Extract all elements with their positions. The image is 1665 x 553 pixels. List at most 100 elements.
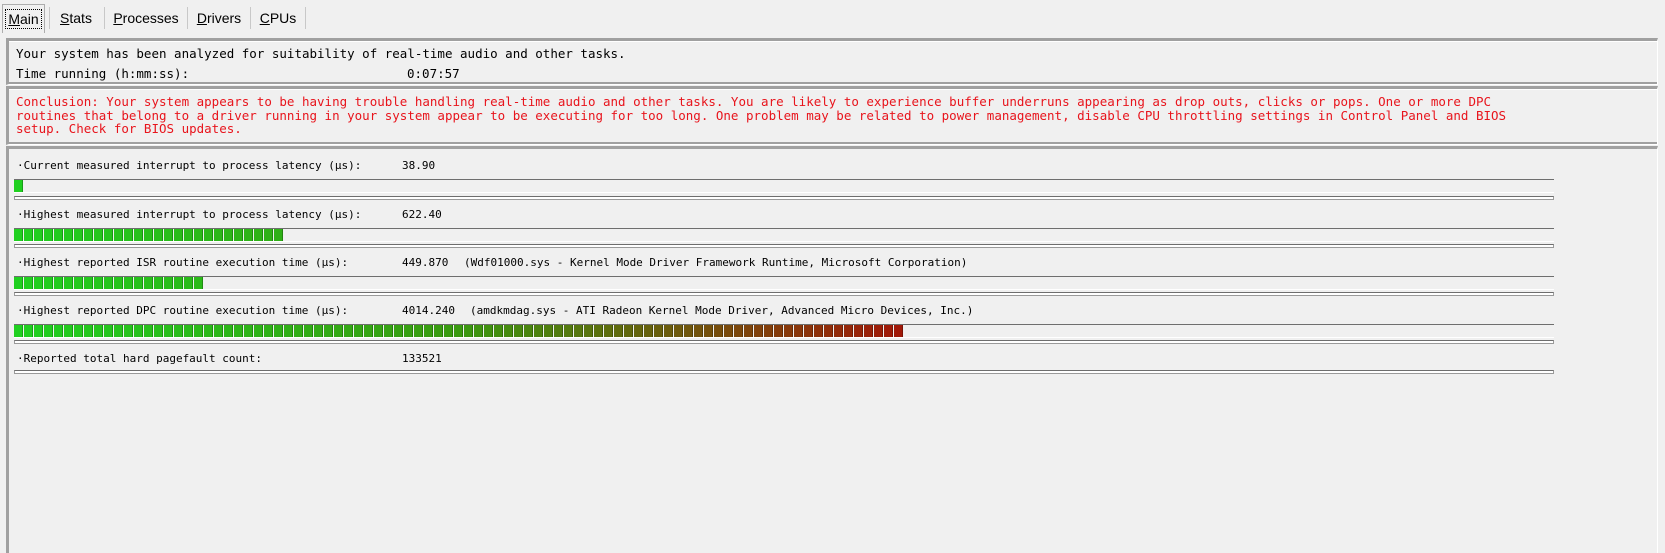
meter-segment — [424, 325, 433, 337]
meter-segment — [104, 325, 113, 337]
meter-segment — [14, 277, 23, 289]
tab-cpus[interactable]: CPUs — [256, 6, 300, 30]
meter-segment — [34, 229, 43, 241]
meter-segment — [564, 325, 573, 337]
meter-segment — [124, 325, 133, 337]
meter-segment — [164, 229, 173, 241]
meter-segment — [114, 325, 123, 337]
meter-segment — [594, 325, 603, 337]
meter-segment — [454, 325, 463, 337]
meter-segment — [394, 325, 403, 337]
tab-divider — [305, 7, 306, 29]
tab-main-label: Main — [5, 9, 42, 29]
conclusion-panel-inner: Conclusion: Your system appears to be ha… — [9, 89, 1657, 144]
meter-segment — [674, 325, 683, 337]
tab-processes[interactable]: Processes — [110, 6, 182, 30]
meter-segment — [264, 325, 273, 337]
meter-segment — [484, 325, 493, 337]
highest-latency-value: 622.40 — [402, 208, 442, 221]
meter-segment — [204, 229, 213, 241]
meter-segment — [184, 277, 193, 289]
meter-segment — [24, 277, 33, 289]
meter-segment — [244, 229, 253, 241]
metrics-panel: ·Current measured interrupt to process l… — [6, 146, 1658, 553]
tab-label-rest: tats — [69, 10, 92, 26]
meter-segment — [324, 325, 333, 337]
meter-segment — [164, 325, 173, 337]
meter-segment — [194, 277, 203, 289]
meter-segment — [84, 229, 93, 241]
meter-segment — [874, 325, 883, 337]
meter-segment — [434, 325, 443, 337]
meter-segment — [44, 277, 53, 289]
dpc-time-value: 4014.240 — [402, 304, 455, 317]
meter-segment — [274, 229, 283, 241]
meter-segment — [124, 277, 133, 289]
meter-segment — [204, 325, 213, 337]
meter-segment — [214, 325, 223, 337]
tab-bar: Main Stats Processes Drivers CPUs — [0, 0, 1665, 38]
meter-segment — [464, 325, 473, 337]
meter-segment — [154, 325, 163, 337]
meter-segment — [104, 229, 113, 241]
meter-segment — [214, 229, 223, 241]
bar-track-divider — [14, 196, 1554, 200]
meter-segment — [34, 325, 43, 337]
meter-segment — [34, 277, 43, 289]
meter-segment — [54, 277, 63, 289]
meter-segment — [44, 229, 53, 241]
tab-accelerator-key: M — [8, 11, 20, 27]
meter-segment — [864, 325, 873, 337]
current-latency-value: 38.90 — [402, 159, 436, 172]
meter-segment — [734, 325, 743, 337]
meter-segment — [344, 325, 353, 337]
isr-time-value: 449.870 — [402, 256, 449, 269]
tab-stats[interactable]: Stats — [55, 6, 97, 30]
dpc-time-bar-track — [14, 324, 1554, 338]
meter-segment — [84, 325, 93, 337]
meter-segment — [614, 325, 623, 337]
meter-segment — [694, 325, 703, 337]
tab-processes-label: Processes — [111, 9, 180, 27]
meter-segment — [554, 325, 563, 337]
meter-segment — [14, 229, 23, 241]
isr-time-label: ·Highest reported ISR routine execution … — [17, 256, 349, 269]
meter-segment — [504, 325, 513, 337]
meter-segment — [764, 325, 773, 337]
meter-segment — [644, 325, 653, 337]
tab-label-rest: ain — [19, 11, 39, 27]
meter-segment — [224, 229, 233, 241]
meter-segment — [524, 325, 533, 337]
time-running-label: Time running (h:mm:ss): — [16, 66, 190, 81]
meter-segment — [234, 325, 243, 337]
meter-segment — [124, 229, 133, 241]
tab-cpus-label: CPUs — [258, 9, 299, 27]
tab-drivers[interactable]: Drivers — [193, 6, 245, 30]
current-latency-label: ·Current measured interrupt to process l… — [17, 159, 362, 172]
meter-segment — [184, 325, 193, 337]
meter-segment — [24, 229, 33, 241]
tab-divider — [49, 7, 50, 29]
meter-segment — [104, 277, 113, 289]
meter-segment — [714, 325, 723, 337]
meter-segment — [474, 325, 483, 337]
tab-label-rest: rivers — [206, 10, 242, 26]
meter-segment — [164, 277, 173, 289]
bar-track-divider — [14, 340, 1554, 344]
tab-label-rest: PUs — [269, 10, 297, 26]
meter-segment — [64, 229, 73, 241]
meter-segment — [94, 325, 103, 337]
meter-segment — [294, 325, 303, 337]
meter-segment — [684, 325, 693, 337]
meter-segment — [794, 325, 803, 337]
meter-segment — [514, 325, 523, 337]
meter-segment — [894, 325, 903, 337]
meter-segment — [414, 325, 423, 337]
tab-main[interactable]: Main — [2, 4, 45, 33]
meter-segment — [314, 325, 323, 337]
meter-segment — [234, 229, 243, 241]
meter-segment — [134, 325, 143, 337]
meter-segment — [584, 325, 593, 337]
pagefault-count-value: 133521 — [402, 352, 442, 365]
meter-segment — [384, 325, 393, 337]
